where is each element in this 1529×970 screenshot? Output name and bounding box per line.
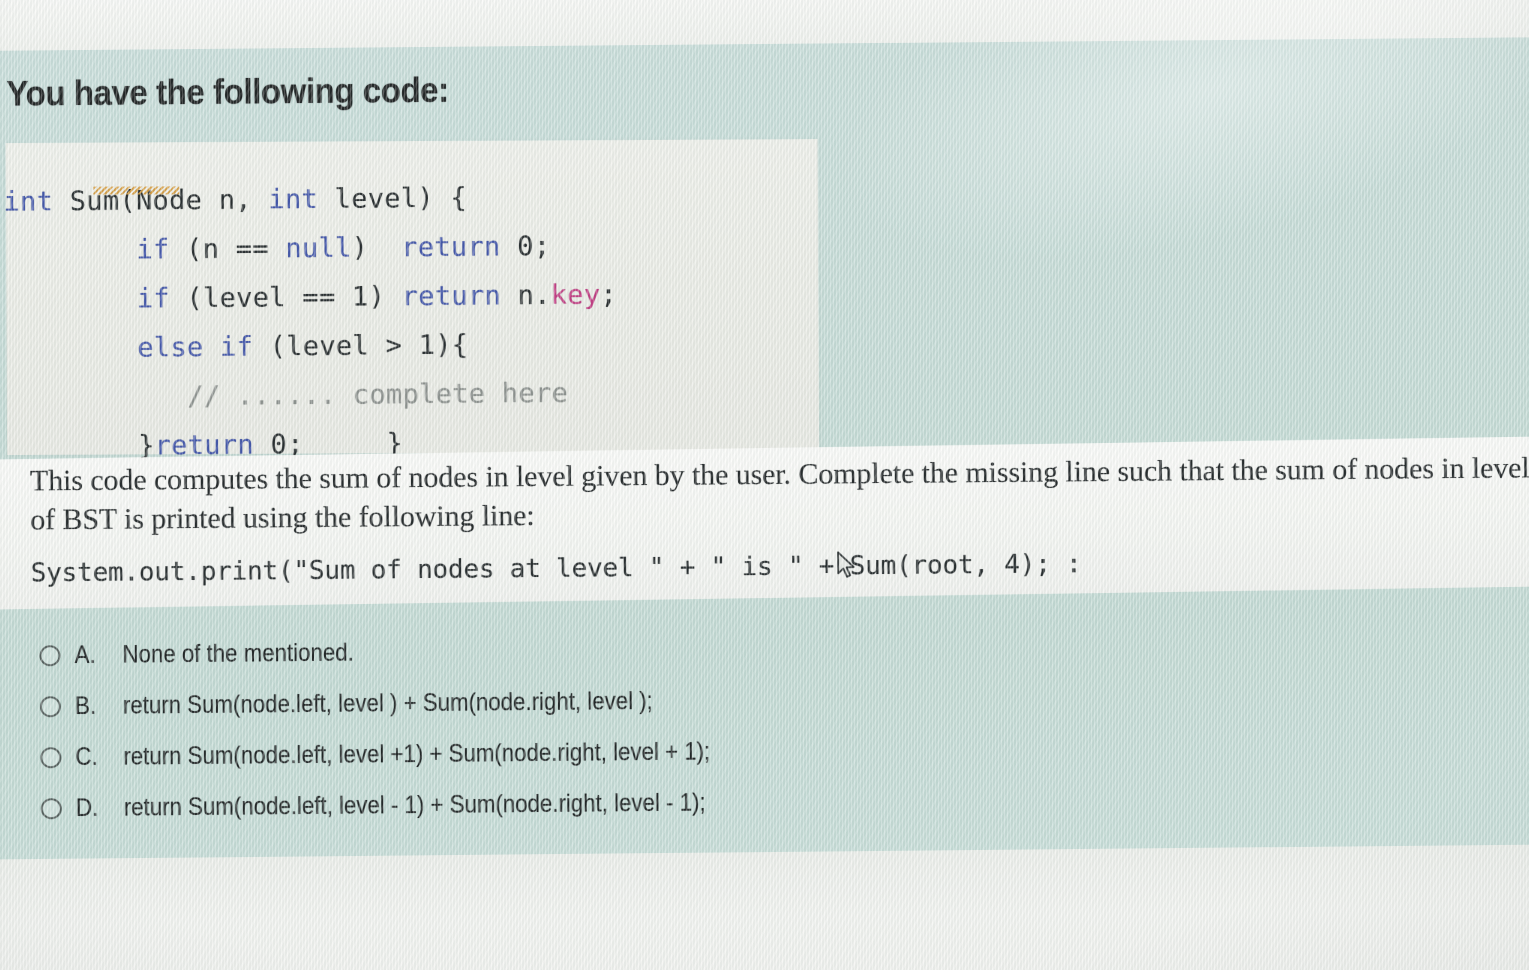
radio-button-icon[interactable] <box>39 696 61 718</box>
code-snippet: int Sum(Node n, int level) { if (n == nu… <box>3 172 618 471</box>
code-token: if <box>136 283 171 315</box>
code-token: int <box>268 183 319 216</box>
quiz-question-content: You have the following code: int Sum(Nod… <box>0 0 1529 970</box>
radio-button-icon[interactable] <box>40 747 62 769</box>
option-label: return Sum(node.left, level - 1) + Sum(n… <box>123 788 706 822</box>
code-token: 0; <box>500 230 551 263</box>
spellcheck-underline-icon <box>93 186 180 195</box>
code-token: (level > 1){ <box>252 329 469 363</box>
code-token: return <box>401 231 501 264</box>
code-token: if <box>136 234 170 266</box>
code-token: else if <box>137 331 254 364</box>
radio-button-icon[interactable] <box>39 645 61 667</box>
code-token: n. <box>500 279 551 312</box>
option-letter: C. <box>75 742 98 772</box>
answer-options-list: A. None of the mentioned. B. return Sum(nod… <box>39 620 1241 834</box>
screenshot-photo: You have the following code: int Sum(Nod… <box>0 0 1529 970</box>
code-token: ; <box>600 279 618 311</box>
question-description: This code computes the sum of nodes in l… <box>29 451 1529 537</box>
code-token: int <box>3 186 54 218</box>
answer-option-d[interactable]: D. return Sum(node.left, level - 1) + Sum… <box>40 773 1241 834</box>
option-letter: D. <box>75 793 99 823</box>
page-title: You have the following code: <box>6 70 449 114</box>
radio-button-icon[interactable] <box>40 798 62 820</box>
option-letter: B. <box>74 691 97 721</box>
option-label: return Sum(node.left, level ) + Sum(node… <box>122 686 653 720</box>
code-token: level) { <box>317 182 468 215</box>
code-token: (n == <box>169 233 286 266</box>
code-token: (level == 1) <box>169 281 402 315</box>
option-label: None of the mentioned. <box>122 638 354 669</box>
code-token: return <box>401 280 502 313</box>
option-label: return Sum(node.left, level +1) + Sum(no… <box>123 737 711 771</box>
code-token: null <box>285 232 352 265</box>
code-token: ) <box>351 232 402 264</box>
code-token: key <box>550 279 601 311</box>
option-letter: A. <box>74 640 96 670</box>
code-token: // ...... complete here <box>187 377 569 413</box>
